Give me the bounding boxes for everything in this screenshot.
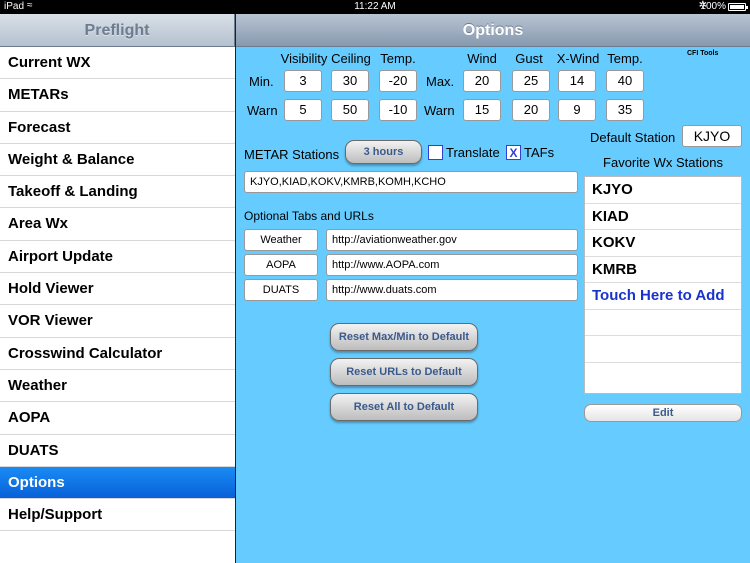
translate-checkbox[interactable]	[428, 145, 443, 160]
brand-label: CFI Tools	[687, 50, 719, 57]
battery-icon	[728, 3, 748, 11]
add-station-row[interactable]: Touch Here to Add	[585, 283, 741, 310]
warn-temp-field-right[interactable]: 35	[606, 99, 644, 121]
empty-row	[585, 363, 741, 390]
menu-item-metars[interactable]: METARs	[0, 79, 235, 112]
warn-gust-field[interactable]: 20	[512, 99, 550, 121]
min-visibility-field[interactable]: 3	[284, 70, 322, 92]
menu-item-takeoff-landing[interactable]: Takeoff & Landing	[0, 176, 235, 209]
tab-name-weather[interactable]: Weather	[244, 229, 318, 251]
empty-row	[585, 336, 741, 363]
header-temp-min: Temp.	[380, 51, 416, 66]
tafs-checkbox[interactable]: X	[506, 145, 521, 160]
optional-tabs-label: Optional Tabs and URLs	[244, 209, 374, 223]
header-xwind: X-Wind	[556, 51, 600, 66]
favorite-stations-list: KJYO KIAD KOKV KMRB Touch Here to Add	[584, 176, 742, 394]
menu-item-hold-viewer[interactable]: Hold Viewer	[0, 273, 235, 306]
max-wind-field[interactable]: 20	[463, 70, 501, 92]
favorite-station-item[interactable]: KJYO	[585, 177, 741, 204]
warn-wind-field[interactable]: 15	[463, 99, 501, 121]
max-xwind-field[interactable]: 14	[558, 70, 596, 92]
favorite-station-item[interactable]: KMRB	[585, 257, 741, 283]
menu-item-options[interactable]: Options	[0, 466, 235, 500]
warn-label-right: Warn	[424, 103, 455, 118]
menu-item-weight-balance[interactable]: Weight & Balance	[0, 144, 235, 177]
hours-button[interactable]: 3 hours	[345, 140, 422, 164]
favorite-stations-label: Favorite Wx Stations	[603, 155, 723, 170]
menu-item-help-support[interactable]: Help/Support	[0, 499, 235, 532]
battery-percent: 100%	[700, 1, 726, 12]
header-temp-max: Temp.	[607, 51, 643, 66]
reset-all-button[interactable]: Reset All to Default	[330, 393, 478, 421]
menu-item-current-wx[interactable]: Current WX	[0, 47, 235, 80]
tab-url-aopa[interactable]: http://www.AOPA.com	[326, 254, 578, 276]
metar-stations-label: METAR Stations	[244, 147, 340, 162]
detail-pane: Options CFI Tools Visibility Ceiling Tem…	[236, 14, 750, 563]
favorite-station-item[interactable]: KIAD	[585, 204, 741, 230]
header-wind: Wind	[467, 51, 497, 66]
tab-url-weather[interactable]: http://aviationweather.gov	[326, 229, 578, 251]
menu-item-forecast[interactable]: Forecast	[0, 112, 235, 144]
header-gust: Gust	[515, 51, 543, 66]
edit-button[interactable]: Edit	[584, 404, 742, 422]
empty-row	[585, 310, 741, 336]
min-label: Min.	[249, 74, 274, 89]
warn-xwind-field[interactable]: 9	[558, 99, 596, 121]
master-pane: Preflight Current WX METARs Forecast Wei…	[0, 14, 235, 563]
warn-ceiling-field[interactable]: 50	[331, 99, 369, 121]
metar-stations-input[interactable]: KJYO,KIAD,KOKV,KMRB,KOMH,KCHO	[244, 171, 578, 193]
warn-visibility-field[interactable]: 5	[284, 99, 322, 121]
default-station-field[interactable]: KJYO	[682, 125, 742, 147]
tafs-label: TAFs	[524, 145, 555, 160]
detail-title: Options	[236, 14, 750, 47]
min-temp-field[interactable]: -20	[379, 70, 417, 92]
reset-maxmin-button[interactable]: Reset Max/Min to Default	[330, 323, 478, 351]
favorite-station-item[interactable]: KOKV	[585, 230, 741, 257]
status-bar: iPad ≈ 11:22 AM ✲ 100%	[0, 0, 750, 14]
default-station-label: Default Station	[590, 130, 676, 145]
translate-label: Translate	[446, 145, 500, 160]
warn-label-left: Warn	[247, 103, 278, 118]
min-ceiling-field[interactable]: 30	[331, 70, 369, 92]
header-ceiling: Ceiling	[331, 51, 371, 66]
header-visibility: Visibility	[280, 51, 328, 66]
menu-item-vor-viewer[interactable]: VOR Viewer	[0, 305, 235, 338]
max-temp-field[interactable]: 40	[606, 70, 644, 92]
menu-item-aopa[interactable]: AOPA	[0, 402, 235, 435]
menu-item-area-wx[interactable]: Area Wx	[0, 208, 235, 241]
tab-url-duats[interactable]: http://www.duats.com	[326, 279, 578, 301]
tab-name-aopa[interactable]: AOPA	[244, 254, 318, 276]
menu-item-crosswind-calculator[interactable]: Crosswind Calculator	[0, 338, 235, 370]
menu-item-weather[interactable]: Weather	[0, 370, 235, 403]
menu-list: Current WX METARs Forecast Weight & Bala…	[0, 47, 235, 532]
warn-temp-field[interactable]: -10	[379, 99, 417, 121]
master-title: Preflight	[0, 14, 235, 47]
menu-item-duats[interactable]: DUATS	[0, 435, 235, 467]
max-label: Max.	[426, 74, 455, 89]
max-gust-field[interactable]: 25	[512, 70, 550, 92]
clock: 11:22 AM	[354, 1, 396, 12]
tab-name-duats[interactable]: DUATS	[244, 279, 318, 301]
menu-item-airport-update[interactable]: Airport Update	[0, 241, 235, 274]
reset-urls-button[interactable]: Reset URLs to Default	[330, 358, 478, 386]
